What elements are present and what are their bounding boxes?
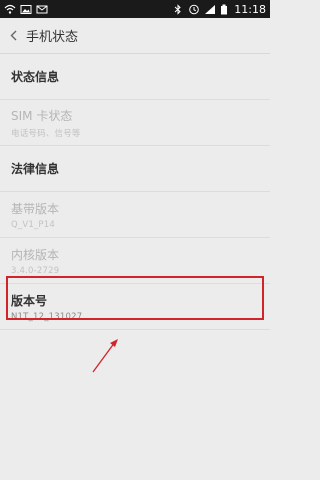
status-bar: 11:18 (0, 0, 270, 18)
status-time: 11:18 (234, 2, 266, 16)
signal-icon (205, 4, 216, 14)
battery-icon (221, 4, 228, 14)
list-item-subtitle: Q_V1_P14 (11, 219, 55, 230)
list-item-subtitle: 电话号码、信号等 (11, 128, 81, 139)
page-title: 手机状态 (26, 30, 79, 45)
list-item-status-info[interactable]: 状态信息 (0, 54, 270, 100)
title-bar: 手机状态 (0, 18, 270, 54)
status-bar-left (4, 4, 48, 15)
back-button[interactable] (6, 26, 20, 46)
list-item-subtitle: 3.4.0-2729 (11, 265, 60, 276)
list-item-baseband: 基带版本 Q_V1_P14 (0, 192, 270, 238)
list-item-sim-status: SIM 卡状态 电话号码、信号等 (0, 100, 270, 146)
list-item-label: SIM 卡状态 (11, 108, 73, 123)
email-icon (36, 5, 48, 13)
wifi-icon (4, 4, 16, 14)
alarm-icon (189, 4, 200, 14)
bluetooth-icon (174, 3, 182, 15)
status-bar-right: 11:18 (172, 3, 266, 16)
list-item-label: 基带版本 (11, 201, 60, 216)
image-icon (20, 4, 32, 14)
arrow-icon (92, 339, 118, 373)
highlight-box (6, 276, 264, 320)
chevron-left-icon (10, 30, 16, 41)
list-item-label: 状态信息 (11, 70, 60, 84)
list-item-label: 内核版本 (11, 247, 60, 262)
list-item-label: 法律信息 (11, 162, 60, 176)
list-item-legal-info[interactable]: 法律信息 (0, 146, 270, 192)
